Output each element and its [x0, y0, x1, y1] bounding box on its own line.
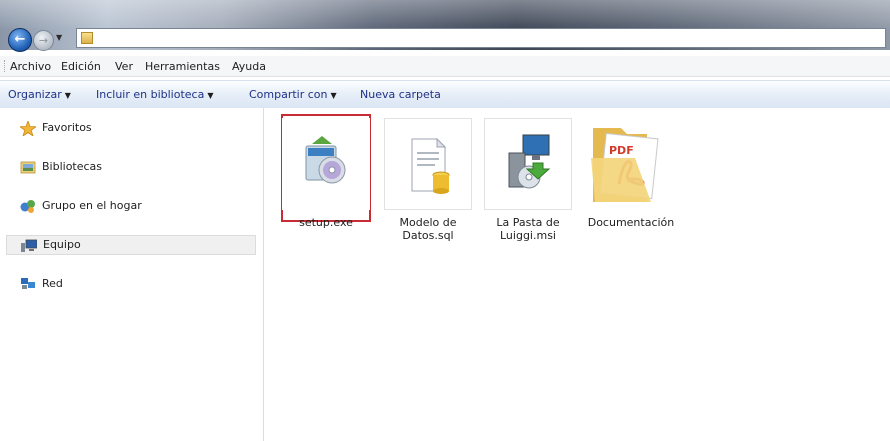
- nav-label: Grupo en el hogar: [42, 199, 142, 212]
- file-name-line2: Datos.sql: [402, 229, 454, 242]
- nav-label: Favoritos: [42, 121, 92, 134]
- menu-bar: Archivo Edición Ver Herramientas Ayuda: [0, 56, 890, 77]
- chevron-down-icon: ▼: [64, 91, 71, 100]
- command-bar: Organizar ▼ Incluir en biblioteca ▼ Compar…: [0, 80, 890, 109]
- file-la-pasta-msi[interactable]: La Pasta de Luiggi.msi: [484, 118, 572, 242]
- nav-label: Red: [42, 277, 63, 290]
- computer-icon: [21, 239, 38, 253]
- pdf-folder-icon: PDF: [587, 118, 675, 210]
- chevron-down-icon: ▼: [330, 91, 337, 100]
- nav-item-bibliotecas[interactable]: Bibliotecas: [6, 157, 256, 177]
- sql-file-icon: [384, 118, 472, 210]
- library-icon: [20, 160, 36, 174]
- navigation-pane: Favoritos Bibliotecas Grupo en el hogar …: [0, 108, 264, 441]
- nav-item-favoritos[interactable]: Favoritos: [6, 118, 256, 138]
- nav-label: Bibliotecas: [42, 160, 103, 173]
- installer-icon: [282, 118, 370, 210]
- organize-label: Organizar: [8, 88, 62, 101]
- menu-edicion[interactable]: Edición: [61, 60, 101, 73]
- network-icon: [20, 277, 36, 291]
- file-name: La Pasta de Luiggi.msi: [478, 216, 578, 242]
- file-name: Modelo de Datos.sql: [378, 216, 478, 242]
- window-titlebar: ← → ▼: [0, 0, 890, 52]
- menu-herramientas[interactable]: Herramientas: [145, 60, 220, 73]
- chevron-down-icon: ▼: [207, 91, 214, 100]
- file-name-line1: La Pasta de: [496, 216, 560, 229]
- file-setup-exe[interactable]: setup.exe: [282, 118, 370, 229]
- file-name: Documentación: [587, 216, 675, 229]
- folder-icon: [81, 32, 93, 44]
- homegroup-icon: [20, 199, 36, 213]
- nav-item-red[interactable]: Red: [6, 274, 256, 294]
- organize-button[interactable]: Organizar ▼: [8, 88, 71, 101]
- nav-item-grupo-hogar[interactable]: Grupo en el hogar: [6, 196, 256, 216]
- menu-ayuda[interactable]: Ayuda: [232, 60, 266, 73]
- file-list: setup.exe Modelo de Datos.sql La Pasta d…: [264, 108, 890, 441]
- file-name-line2: Luiggi.msi: [500, 229, 556, 242]
- file-modelo-datos-sql[interactable]: Modelo de Datos.sql: [384, 118, 472, 242]
- msi-package-icon: [484, 118, 572, 210]
- forward-button[interactable]: →: [33, 30, 54, 51]
- file-name-line1: Modelo de: [399, 216, 457, 229]
- recent-pages-dropdown[interactable]: ▼: [56, 33, 62, 42]
- new-folder-button[interactable]: Nueva carpeta: [360, 88, 441, 101]
- include-library-label: Incluir en biblioteca: [96, 88, 205, 101]
- include-library-button[interactable]: Incluir en biblioteca ▼: [96, 88, 214, 101]
- share-with-button[interactable]: Compartir con ▼: [249, 88, 337, 101]
- back-button[interactable]: ←: [8, 28, 32, 52]
- star-icon: [18, 119, 38, 137]
- menu-ver[interactable]: Ver: [115, 60, 133, 73]
- folder-documentacion[interactable]: PDF Documentación: [587, 118, 675, 229]
- menu-archivo[interactable]: Archivo: [10, 60, 51, 73]
- file-name: setup.exe: [299, 216, 353, 229]
- svg-text:PDF: PDF: [609, 144, 634, 157]
- menu-grip: [4, 60, 7, 72]
- address-bar[interactable]: [76, 28, 886, 48]
- nav-label: Equipo: [43, 238, 81, 251]
- share-with-label: Compartir con: [249, 88, 328, 101]
- nav-item-equipo[interactable]: Equipo: [6, 235, 256, 255]
